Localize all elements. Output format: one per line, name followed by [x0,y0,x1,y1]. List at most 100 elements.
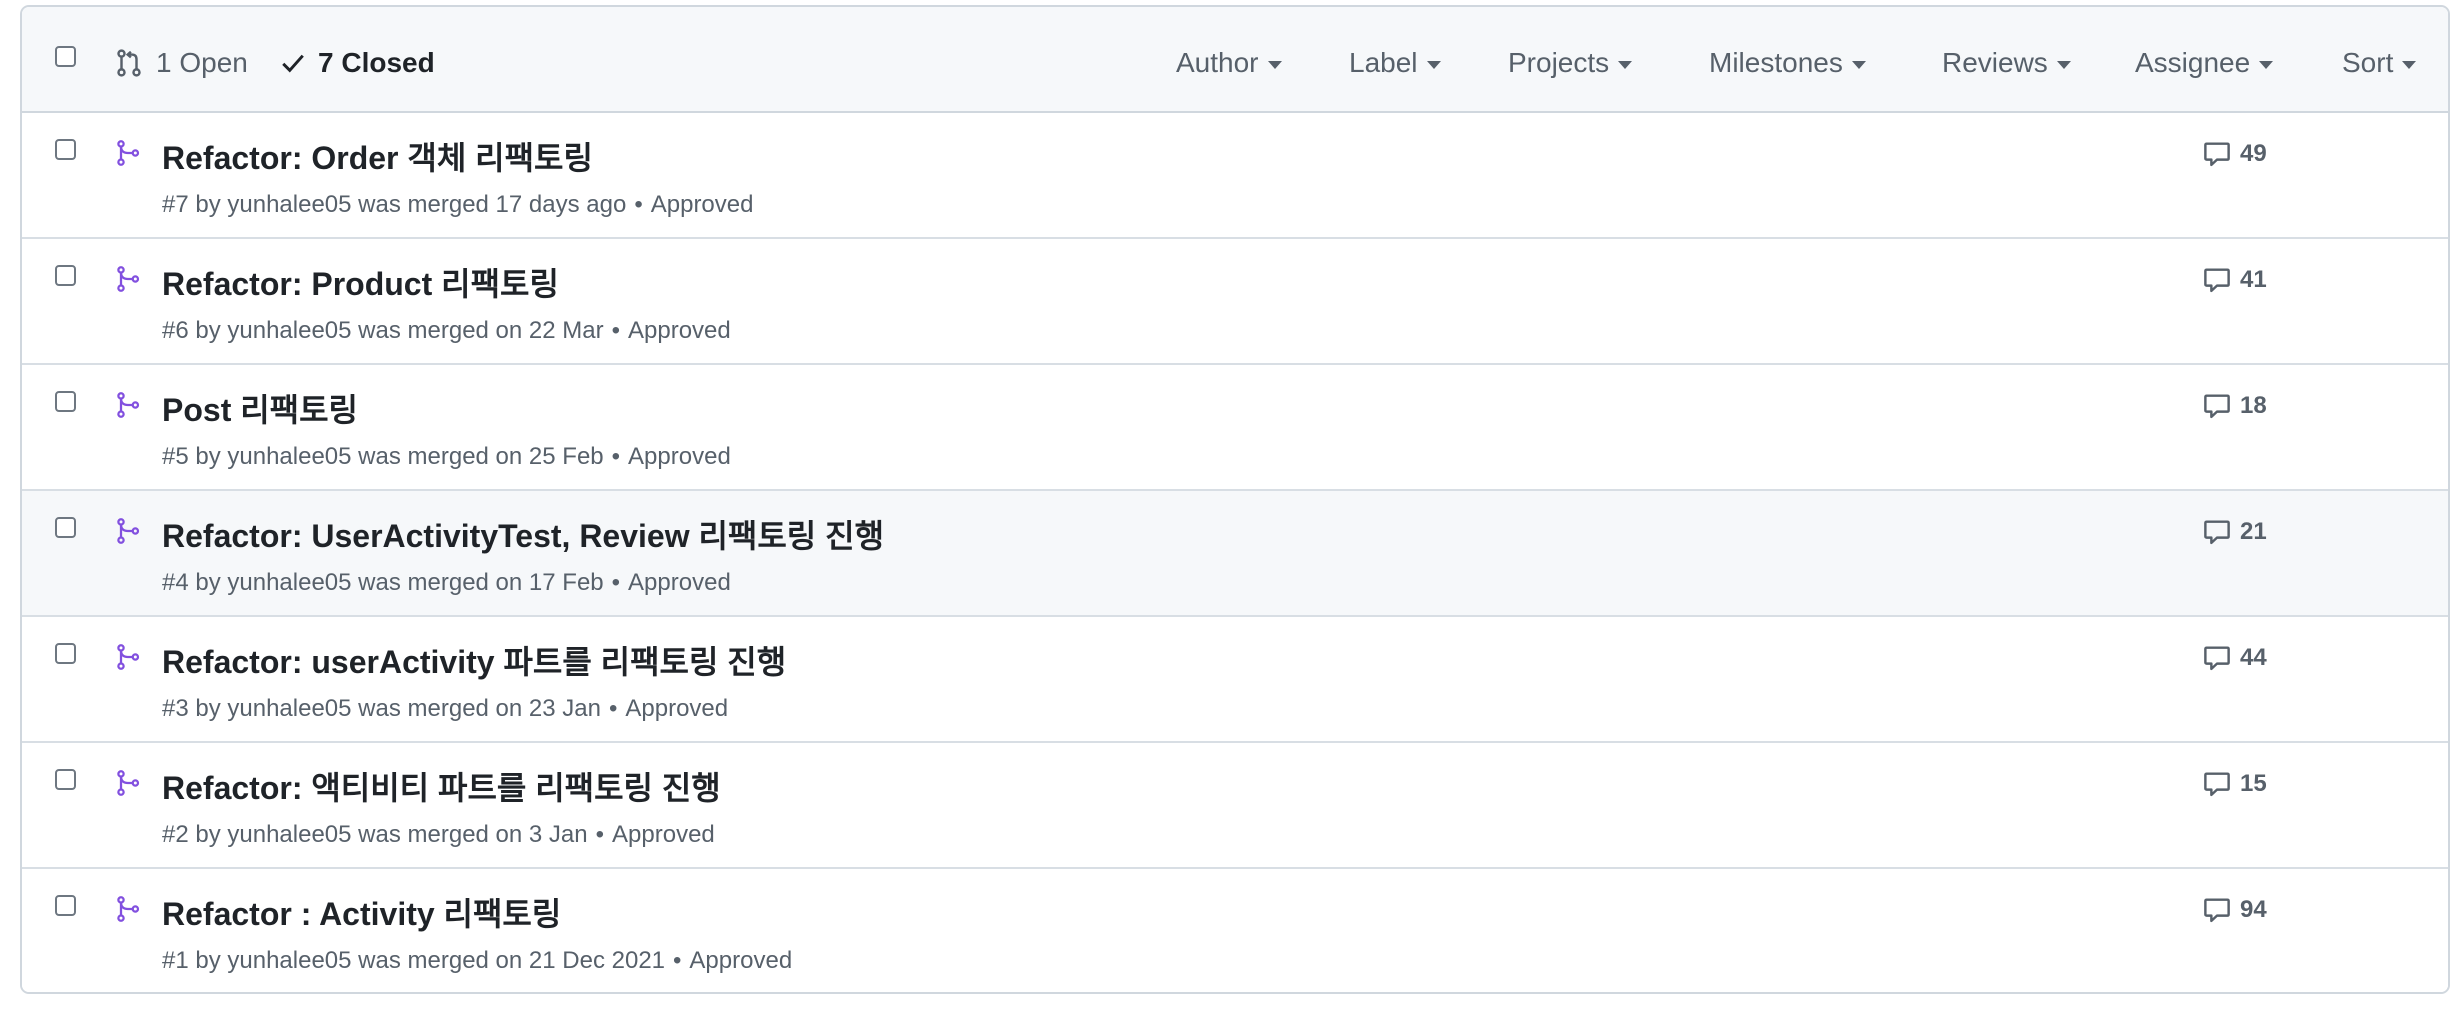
row-select-checkbox[interactable] [55,139,76,160]
milestones-filter-label: Milestones [1709,47,1843,78]
row-select-checkbox[interactable] [55,643,76,664]
review-status[interactable]: Approved [651,191,754,218]
separator-dot: • [611,317,621,344]
author-filter[interactable]: Author [1176,43,1282,83]
reviews-filter[interactable]: Reviews [1942,43,2071,83]
comment-count: 21 [2240,518,2267,545]
open-filter-link[interactable]: 1 Open [114,43,248,83]
pull-request-row[interactable]: Refactor: Order 객체 리팩토링 #7 by yunhalee05 … [22,113,2448,239]
list-header: 1 Open 7 Closed Author Label Projects Mi… [22,7,2448,113]
review-status[interactable]: Approved [612,821,715,848]
pull-request-row[interactable]: Refactor: userActivity 파트를 리팩토링 진행 #3 by … [22,617,2448,743]
merged-icon [117,266,140,292]
assignee-filter-label: Assignee [2135,47,2251,78]
review-status[interactable]: Approved [628,443,731,470]
review-status[interactable]: Approved [628,569,731,596]
closed-count: 7 Closed [318,47,435,78]
comments-link[interactable]: 94 [2202,895,2267,925]
pull-request-row[interactable]: Refactor: UserActivityTest, Review 리팩토링 … [22,491,2448,617]
comment-icon [2204,772,2230,797]
separator-dot: • [595,821,605,848]
open-count: 1 Open [156,47,248,78]
row-select-checkbox[interactable] [55,517,76,538]
separator-dot: • [673,947,682,974]
pull-request-title-link[interactable]: Post 리팩토링 [162,385,358,431]
select-all-checkbox[interactable] [55,46,76,67]
merged-icon [117,770,140,796]
merged-icon [117,896,140,922]
comment-icon [2204,898,2230,923]
pull-request-title-link[interactable]: Refactor : Activity 리팩토링 [162,889,561,935]
comment-count: 18 [2240,392,2267,419]
pull-request-row[interactable]: Refactor: 액티비티 파트를 리팩토링 진행 #2 by yunhalee… [22,743,2448,869]
pull-request-row[interactable]: Post 리팩토링 #5 by yunhalee05 was merged on … [22,365,2448,491]
pull-request-meta: #2 by yunhalee05 was merged on 3 Jan • App… [162,821,715,849]
merge-info: #1 by yunhalee05 was merged on 21 Dec 20… [162,947,666,974]
assignee-filter[interactable]: Assignee [2135,43,2274,83]
closed-filter-link[interactable]: 7 Closed [280,43,435,83]
label-filter[interactable]: Label [1349,43,1441,83]
comments-link[interactable]: 15 [2202,769,2267,799]
comment-count: 49 [2240,140,2267,167]
merge-info: #6 by yunhalee05 was merged on 22 Mar [162,317,604,344]
author-filter-label: Author [1176,47,1259,78]
separator-dot: • [608,695,618,722]
row-select-checkbox[interactable] [55,391,76,412]
comment-icon [2204,520,2230,545]
milestones-filter[interactable]: Milestones [1709,43,1866,83]
review-status[interactable]: Approved [625,695,728,722]
pull-request-list: 1 Open 7 Closed Author Label Projects Mi… [20,5,2450,994]
chevron-down-icon [1267,60,1282,69]
pull-request-title-link[interactable]: Refactor: UserActivityTest, Review 리팩토링 … [162,511,884,557]
row-select-checkbox[interactable] [55,769,76,790]
merge-info: #2 by yunhalee05 was merged on 3 Jan [162,821,588,848]
pull-request-title-link[interactable]: Refactor: Order 객체 리팩토링 [162,133,593,179]
merged-icon [117,518,140,544]
comments-link[interactable]: 41 [2202,265,2267,295]
review-status[interactable]: Approved [689,947,792,974]
row-select-checkbox[interactable] [55,265,76,286]
review-status[interactable]: Approved [628,317,731,344]
comments-link[interactable]: 44 [2202,643,2267,673]
comments-link[interactable]: 21 [2202,517,2267,547]
comments-link[interactable]: 18 [2202,391,2267,421]
pull-request-row[interactable]: Refactor : Activity 리팩토링 #1 by yunhalee05… [22,869,2448,992]
comment-count: 41 [2240,266,2267,293]
sort-filter[interactable]: Sort [2342,43,2417,83]
pull-request-row[interactable]: Refactor: Product 리팩토링 #6 by yunhalee05 w… [22,239,2448,365]
pull-request-icon [117,49,141,77]
merge-info: #5 by yunhalee05 was merged on 25 Feb [162,443,604,470]
chevron-down-icon [2402,60,2417,69]
merged-icon [117,140,140,166]
reviews-filter-label: Reviews [1942,47,2048,78]
chevron-down-icon [2259,60,2274,69]
comment-icon [2204,646,2230,671]
check-icon [282,54,304,73]
comment-icon [2204,142,2230,167]
pull-request-meta: #3 by yunhalee05 was merged on 23 Jan • Ap… [162,695,728,723]
merge-info: #3 by yunhalee05 was merged on 23 Jan [162,695,601,722]
pull-request-title-link[interactable]: Refactor: 액티비티 파트를 리팩토링 진행 [162,763,721,809]
sort-filter-label: Sort [2342,47,2394,78]
separator-dot: • [611,569,621,596]
separator-dot: • [634,191,643,218]
pull-request-title-link[interactable]: Refactor: Product 리팩토링 [162,259,559,305]
pull-request-meta: #4 by yunhalee05 was merged on 17 Feb • Ap… [162,569,731,597]
projects-filter[interactable]: Projects [1508,43,1633,83]
pull-request-meta: #6 by yunhalee05 was merged on 22 Mar • Ap… [162,317,731,345]
chevron-down-icon [2056,60,2071,69]
comment-count: 94 [2240,896,2267,923]
pull-request-meta: #1 by yunhalee05 was merged on 21 Dec 20… [162,947,792,975]
comments-link[interactable]: 49 [2202,139,2267,169]
chevron-down-icon [1618,60,1633,69]
pull-request-meta: #7 by yunhalee05 was merged 17 days ago •… [162,191,753,219]
chevron-down-icon [1426,60,1441,69]
pull-request-title-link[interactable]: Refactor: userActivity 파트를 리팩토링 진행 [162,637,786,683]
merged-icon [117,644,140,670]
chevron-down-icon [1851,60,1866,69]
comment-count: 15 [2240,770,2267,797]
projects-filter-label: Projects [1508,47,1610,78]
row-select-checkbox[interactable] [55,895,76,916]
comment-count: 44 [2240,644,2267,671]
pull-request-meta: #5 by yunhalee05 was merged on 25 Feb • Ap… [162,443,731,471]
